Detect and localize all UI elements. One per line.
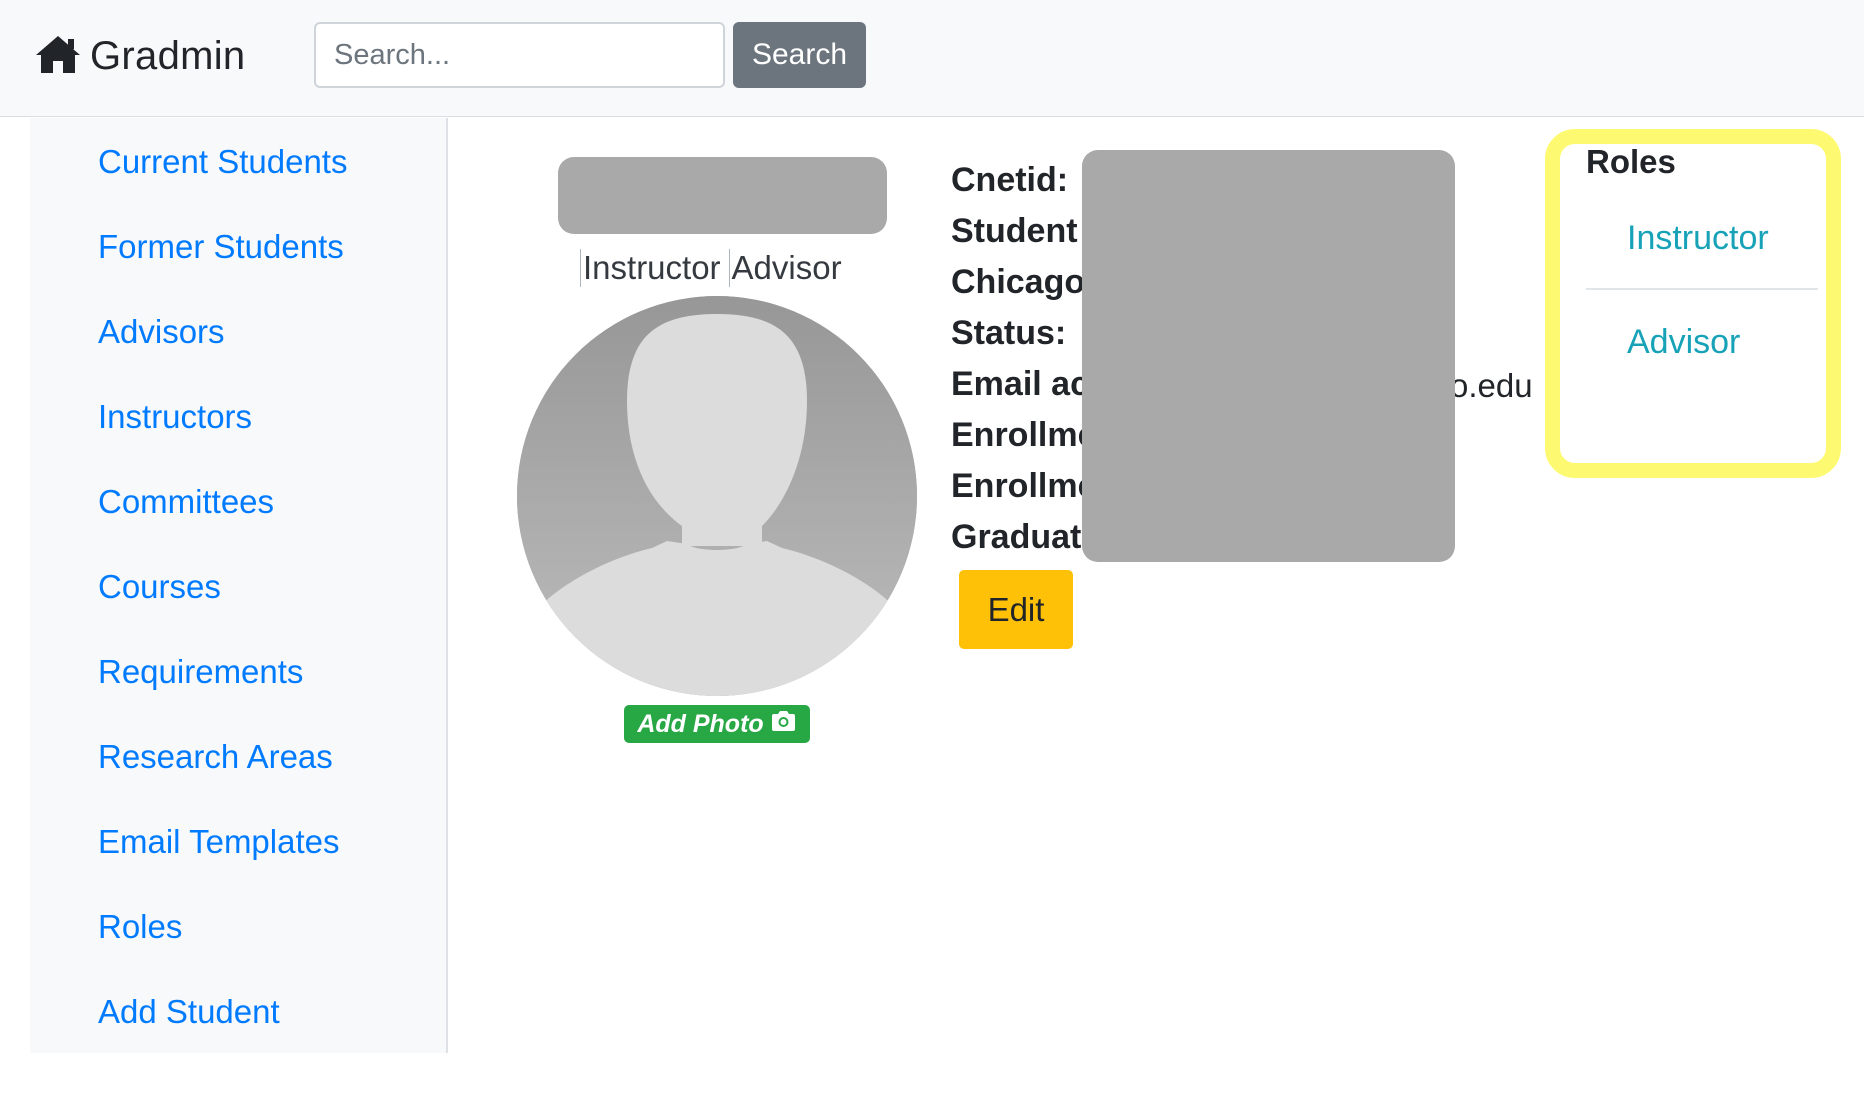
detail-label-email: Email ac	[951, 365, 1089, 403]
detail-label-enrollment-1: Enrollme	[951, 416, 1097, 454]
detail-label-cnetid: Cnetid:	[951, 161, 1069, 199]
sidebar-item-former-students[interactable]: Former Students	[98, 230, 344, 263]
sidebar-item-add-student[interactable]: Add Student	[98, 995, 280, 1028]
sidebar-item-current-students[interactable]: Current Students	[98, 145, 347, 178]
detail-label-status: Status:	[951, 314, 1067, 352]
roles-title: Roles	[1586, 143, 1676, 180]
sidebar-item-advisors[interactable]: Advisors	[98, 315, 225, 348]
sidebar-item-requirements[interactable]: Requirements	[98, 655, 303, 688]
brand-link[interactable]: Gradmin	[34, 30, 245, 82]
detail-label-enrollment-2: Enrollme	[951, 467, 1097, 505]
user-silhouette-icon	[517, 296, 917, 696]
search-button[interactable]: Search	[733, 22, 866, 88]
top-navbar: Gradmin Search	[0, 0, 1864, 117]
details-redacted	[1082, 150, 1455, 562]
roles-divider	[1586, 288, 1818, 290]
detail-label-chicago: Chicago	[951, 263, 1086, 301]
camera-icon	[764, 710, 797, 739]
sidebar-item-roles[interactable]: Roles	[98, 910, 182, 943]
roles-link-advisor[interactable]: Advisor	[1627, 325, 1740, 359]
roles-link-instructor[interactable]: Instructor	[1627, 221, 1769, 255]
roles-panel	[1545, 129, 1841, 478]
email-value-tail: o.edu	[1450, 367, 1533, 404]
avatar	[517, 296, 917, 696]
sidebar-item-email-templates[interactable]: Email Templates	[98, 825, 340, 858]
add-photo-button[interactable]: Add Photo	[624, 705, 810, 743]
role-tags: Instructor Advisor	[580, 248, 850, 288]
detail-label-graduation: Graduat	[951, 518, 1082, 556]
edit-button[interactable]: Edit	[959, 570, 1073, 649]
detail-label-student: Student	[951, 212, 1078, 250]
sidebar-item-research-areas[interactable]: Research Areas	[98, 740, 333, 773]
add-photo-label: Add Photo	[637, 709, 764, 738]
search-input[interactable]	[314, 22, 725, 88]
sidebar: Current Students Former Students Advisor…	[30, 118, 448, 1053]
role-tag-instructor: Instructor	[580, 249, 729, 287]
brand-name: Gradmin	[90, 33, 246, 78]
role-tag-advisor: Advisor	[728, 249, 850, 287]
home-icon	[34, 33, 82, 80]
sidebar-item-courses[interactable]: Courses	[98, 570, 221, 603]
sidebar-item-committees[interactable]: Committees	[98, 485, 274, 518]
sidebar-item-instructors[interactable]: Instructors	[98, 400, 252, 433]
student-name-redacted	[558, 157, 887, 234]
